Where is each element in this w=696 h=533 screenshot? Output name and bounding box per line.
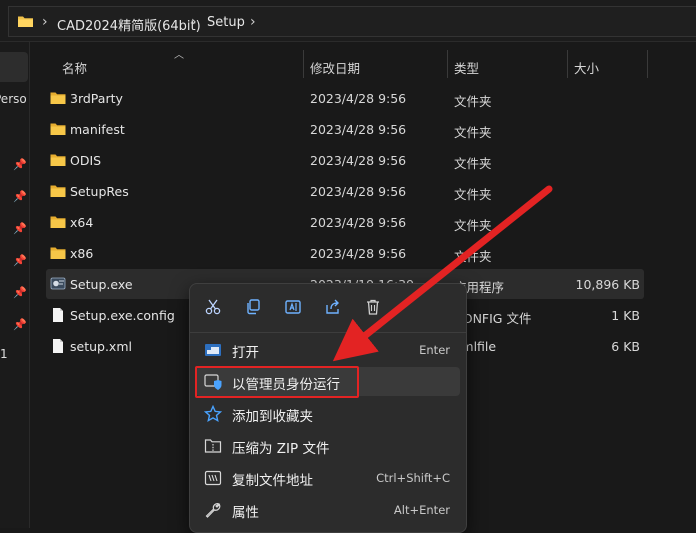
file-name: SetupRes (70, 184, 129, 199)
menu-item-shortcut: Alt+Enter (393, 503, 450, 517)
rename-icon[interactable] (280, 294, 306, 320)
navigation-pane: Perso 📌 📌 📌 📌 📌 📌 1 (0, 42, 30, 528)
star-icon (204, 405, 222, 423)
pin-icon: 📌 (13, 254, 27, 267)
menu-item-label: 属性 (232, 505, 259, 521)
file-name: manifest (70, 122, 125, 137)
nav-item-label[interactable]: 1 (0, 347, 8, 361)
file-date: 2023/4/28 9:56 (310, 122, 407, 137)
pin-icon: 📌 (13, 190, 27, 203)
folder-icon (18, 16, 33, 27)
folder-icon (50, 123, 66, 135)
menu-item-compress-zip[interactable]: 压缩为 ZIP 文件 (196, 431, 460, 460)
nav-item-label[interactable]: Perso (0, 92, 27, 106)
file-name: Setup.exe.config (70, 308, 175, 323)
file-type: 文件夹 (454, 125, 492, 140)
file-row[interactable]: x86 2023/4/28 9:56 文件夹 (46, 238, 644, 268)
column-divider[interactable] (447, 50, 448, 78)
file-type: 文件夹 (454, 187, 492, 202)
properties-icon (205, 503, 221, 518)
open-icon (205, 344, 221, 356)
column-divider[interactable] (567, 50, 568, 78)
file-name: x64 (70, 215, 94, 230)
menu-item-shortcut: Ctrl+Shift+C (376, 471, 450, 485)
file-row[interactable]: SetupRes 2023/4/28 9:56 文件夹 (46, 176, 644, 206)
file-size: 1 KB (611, 308, 640, 323)
file-date: 2023/4/28 9:56 (310, 153, 407, 168)
menu-item-add-favorites[interactable]: 添加到收藏夹 (196, 399, 460, 428)
breadcrumb-separator: › (42, 14, 48, 30)
file-name: setup.xml (70, 339, 132, 354)
file-date: 2023/4/28 9:56 (310, 184, 407, 199)
file-row[interactable]: x64 2023/4/28 9:56 文件夹 (46, 207, 644, 237)
column-header-name[interactable]: 名称 (62, 58, 87, 77)
file-name: Setup.exe (70, 277, 133, 292)
file-icon (53, 308, 63, 322)
file-row[interactable]: manifest 2023/4/28 9:56 文件夹 (46, 114, 644, 144)
column-header-size[interactable]: 大小 (574, 58, 599, 77)
nav-selected-item[interactable] (0, 52, 28, 82)
delete-icon[interactable] (360, 294, 386, 320)
file-size: 6 KB (611, 339, 640, 354)
menu-item-run-as-admin[interactable]: 以管理员身份运行 (196, 367, 460, 396)
folder-icon (50, 92, 66, 104)
column-divider[interactable] (303, 50, 304, 78)
context-menu: 打开 Enter 以管理员身份运行 添加到收藏夹压缩为 ZIP 文件 复制文件地址 Ctr… (189, 283, 467, 533)
folder-icon (50, 247, 66, 259)
share-icon[interactable] (320, 294, 346, 320)
file-type: 文件夹 (454, 218, 492, 233)
menu-item-label: 打开 (232, 345, 259, 361)
menu-item-copy-path[interactable]: 复制文件地址 Ctrl+Shift+C (196, 463, 460, 492)
folder-icon (50, 154, 66, 166)
file-name: 3rdParty (70, 91, 123, 106)
menu-separator (190, 332, 466, 333)
menu-item-label: 压缩为 ZIP 文件 (232, 441, 330, 457)
sort-ascending-icon: ︿ (174, 50, 184, 61)
exe-icon (50, 277, 66, 290)
menu-item-label: 复制文件地址 (232, 473, 313, 489)
breadcrumb-separator: › (191, 14, 197, 30)
copy-path-icon (204, 470, 222, 486)
breadcrumb-separator: › (250, 14, 256, 30)
breadcrumb-item-cad2024[interactable]: CAD2024精简版(64bit) (57, 15, 201, 34)
menu-item-label: 以管理员身份运行 (232, 377, 340, 393)
context-menu-toolbar (190, 284, 468, 332)
menu-item-open[interactable]: 打开 Enter (196, 335, 460, 364)
breadcrumb-item-setup[interactable]: Setup (207, 15, 245, 30)
address-bar: › CAD2024精简版(64bit) › Setup › (0, 0, 696, 42)
pin-icon: 📌 (13, 158, 27, 171)
file-name: ODIS (70, 153, 102, 168)
menu-item-shortcut: Enter (419, 343, 450, 357)
file-name: x86 (70, 246, 94, 261)
file-date: 2023/4/28 9:56 (310, 246, 407, 261)
file-icon (53, 339, 63, 353)
file-row[interactable]: 3rdParty 2023/4/28 9:56 文件夹 (46, 83, 644, 113)
file-size: 10,896 KB (575, 277, 640, 292)
folder-icon (50, 185, 66, 197)
column-header-date[interactable]: 修改日期 (310, 58, 360, 77)
menu-item-label: 添加到收藏夹 (232, 409, 313, 425)
column-divider[interactable] (647, 50, 648, 78)
file-row[interactable]: ODIS 2023/4/28 9:56 文件夹 (46, 145, 644, 175)
copy-icon[interactable] (240, 294, 266, 320)
pin-icon: 📌 (13, 222, 27, 235)
pin-icon: 📌 (13, 286, 27, 299)
zip-icon (204, 439, 222, 453)
menu-item-properties[interactable]: 属性 Alt+Enter (196, 495, 460, 524)
column-header-type[interactable]: 类型 (454, 58, 479, 77)
file-date: 2023/4/28 9:56 (310, 215, 407, 230)
file-type: 文件夹 (454, 94, 492, 109)
shield-icon (204, 374, 222, 390)
file-date: 2023/4/28 9:56 (310, 91, 407, 106)
file-type: 文件夹 (454, 156, 492, 171)
file-type: 文件夹 (454, 249, 492, 264)
pin-icon: 📌 (13, 318, 27, 331)
cut-icon[interactable] (200, 294, 226, 320)
folder-icon (50, 216, 66, 228)
